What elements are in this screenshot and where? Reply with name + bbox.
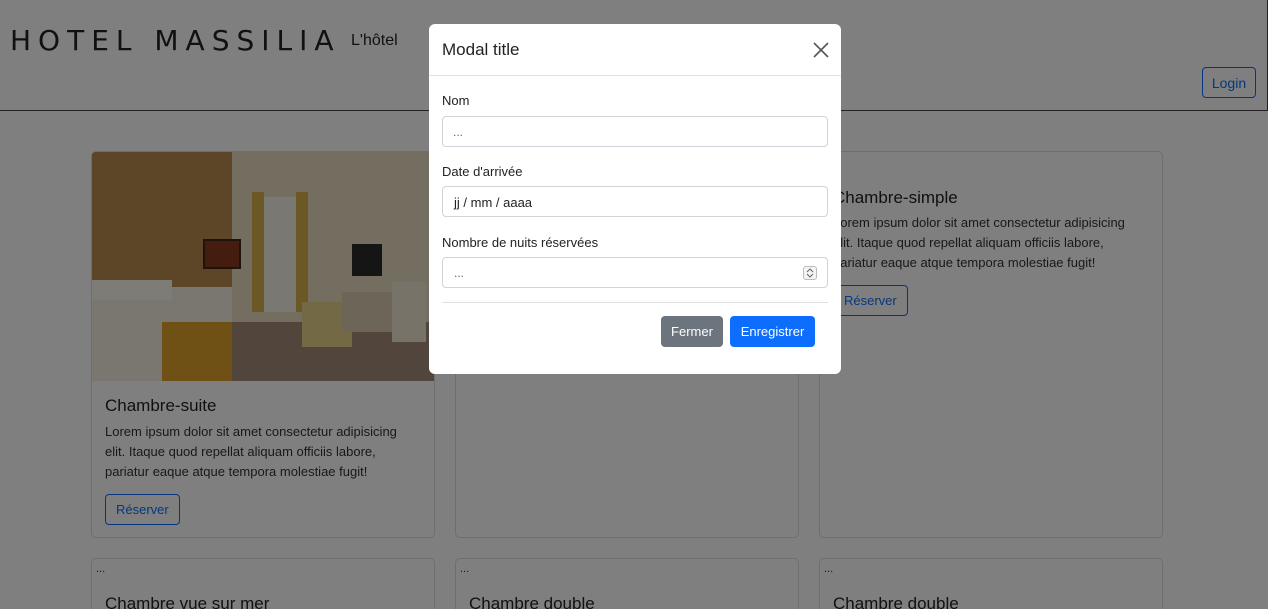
number-spinner[interactable] bbox=[803, 266, 817, 280]
save-button[interactable]: Enregistrer bbox=[730, 316, 815, 347]
date-label: Date d'arrivée bbox=[442, 164, 523, 179]
modal-title: Modal title bbox=[442, 40, 520, 59]
close-button[interactable] bbox=[809, 38, 833, 62]
close-icon bbox=[813, 42, 829, 58]
nights-placeholder: ... bbox=[454, 266, 465, 280]
booking-modal: Modal title Nom Date d'arrivée jj / mm /… bbox=[429, 24, 841, 374]
name-label: Nom bbox=[442, 93, 470, 108]
spinner-arrows-icon bbox=[806, 268, 814, 278]
name-input[interactable] bbox=[442, 116, 828, 147]
nights-label: Nombre de nuits réservées bbox=[442, 235, 599, 250]
nights-input[interactable]: ... bbox=[442, 257, 828, 288]
modal-header: Modal title bbox=[429, 24, 841, 76]
close-modal-button[interactable]: Fermer bbox=[661, 316, 723, 347]
modal-footer-divider bbox=[442, 302, 828, 303]
date-value: jj / mm / aaaa bbox=[454, 195, 533, 210]
arrival-date-input[interactable]: jj / mm / aaaa bbox=[442, 186, 828, 217]
